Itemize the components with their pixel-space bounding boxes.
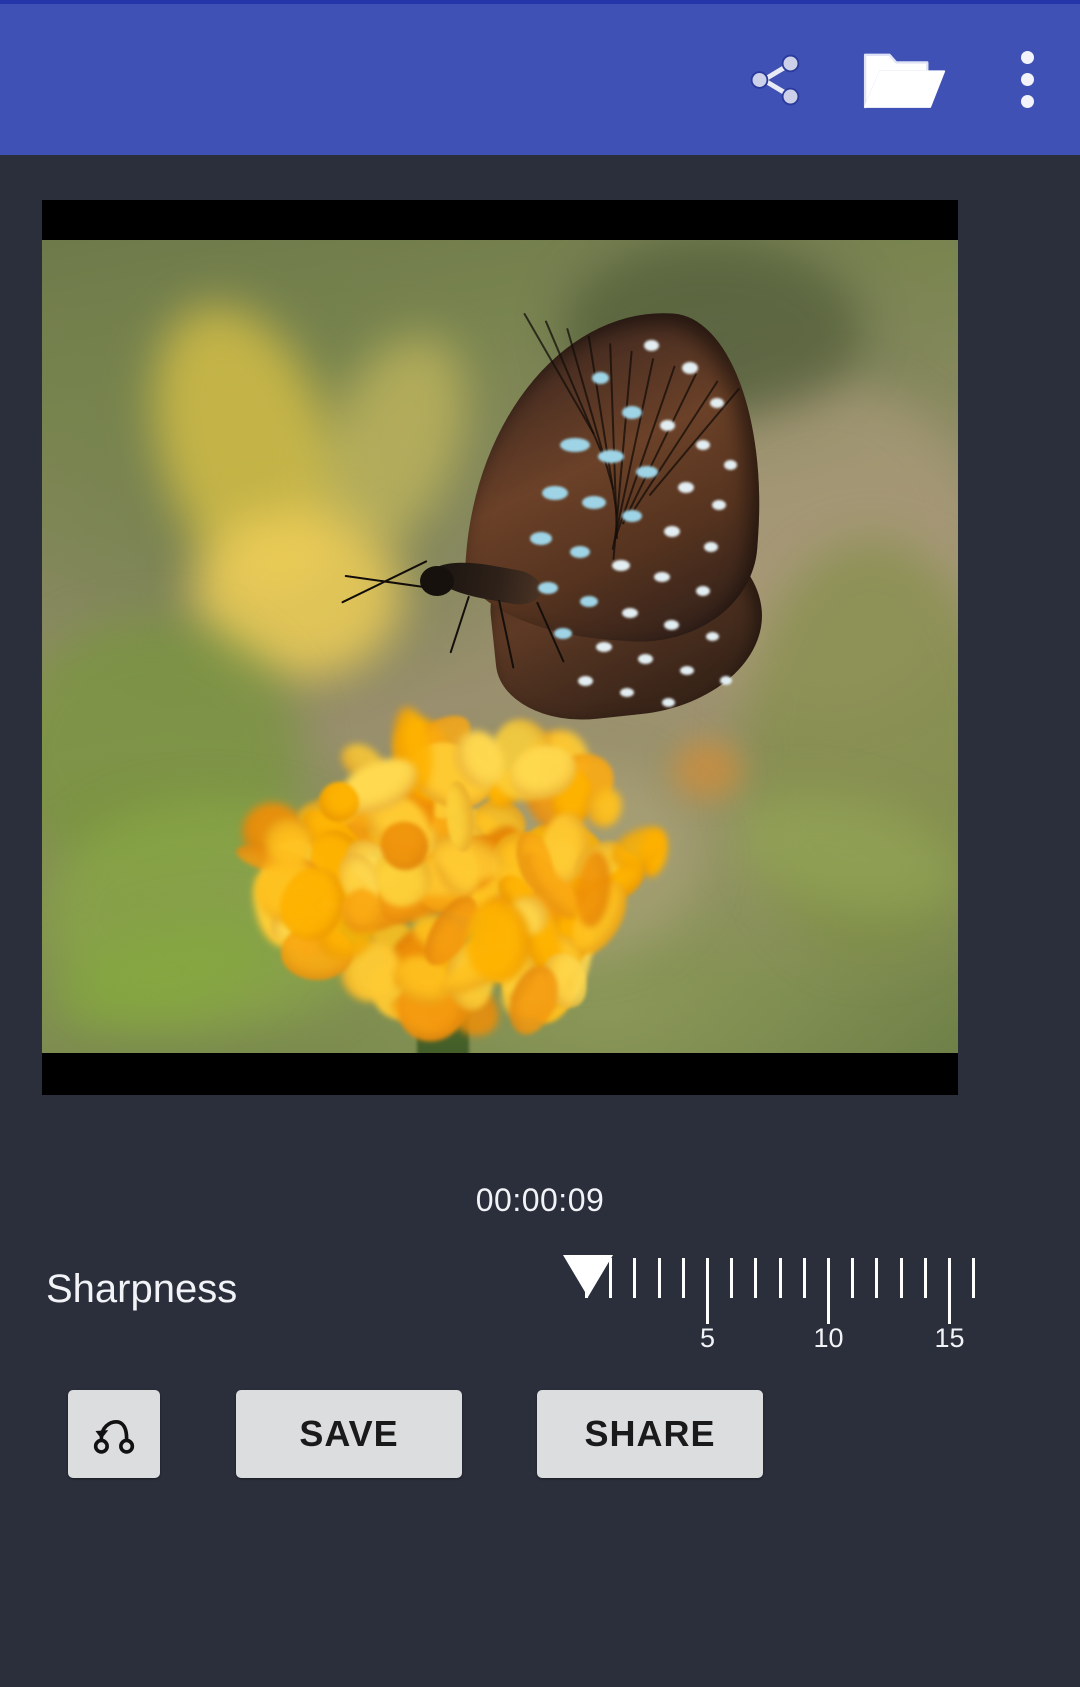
letterbox-bottom [42,1053,958,1095]
share-icon[interactable] [715,4,835,155]
ruler-tick [851,1258,855,1298]
sharpness-ruler[interactable]: 5 10 15 [563,1255,985,1365]
app-bar-actions [715,4,1080,155]
ruler-tick [730,1258,734,1298]
marigold-flower [232,704,677,1052]
ruler-tick [899,1258,903,1298]
share-button[interactable]: SHARE [537,1390,763,1478]
ruler-tick [875,1258,879,1298]
ruler-tick-label: 15 [934,1323,965,1353]
open-folder-icon-glyph [863,53,946,108]
ruler-tick [633,1258,637,1298]
open-folder-icon[interactable] [835,4,975,155]
ruler-tick-label: 5 [699,1323,716,1353]
ruler-tick [657,1258,661,1298]
video-editor-screen: 00:00:09 Sharpness 5 10 15 SAVE SHARE [0,0,1080,1687]
ruler-tick [948,1258,951,1324]
action-buttons-row: SAVE SHARE [0,1390,1080,1500]
ruler-tick [681,1258,685,1298]
video-frame-image [42,240,958,1053]
ruler-tick [778,1258,782,1298]
ruler-tick [754,1258,758,1298]
letterbox-top [42,200,958,240]
more-vertical-dots [1021,51,1034,108]
ruler-tick-label: 10 [813,1323,844,1353]
undo-arc-icon [93,1419,135,1454]
ruler-tick [923,1258,927,1298]
save-button[interactable]: SAVE [236,1390,462,1478]
app-bar [0,0,1080,155]
more-vertical-icon[interactable] [975,4,1080,155]
share-icon-glyph [750,54,800,105]
ruler-tick [827,1258,830,1324]
sharpness-row: Sharpness 5 10 15 [0,1255,1080,1365]
sharpness-marker[interactable] [563,1255,613,1297]
ruler-tick [706,1258,709,1324]
undo-button[interactable] [68,1390,160,1478]
ruler-tick [972,1258,976,1298]
timecode-label: 00:00:09 [475,1182,605,1218]
ruler-tick [802,1258,806,1298]
sharpness-label: Sharpness [46,1267,238,1311]
ruler-tick [609,1258,613,1298]
butterfly-subject [292,300,812,750]
ruler-tick [585,1258,588,1298]
video-preview[interactable] [42,200,958,1095]
